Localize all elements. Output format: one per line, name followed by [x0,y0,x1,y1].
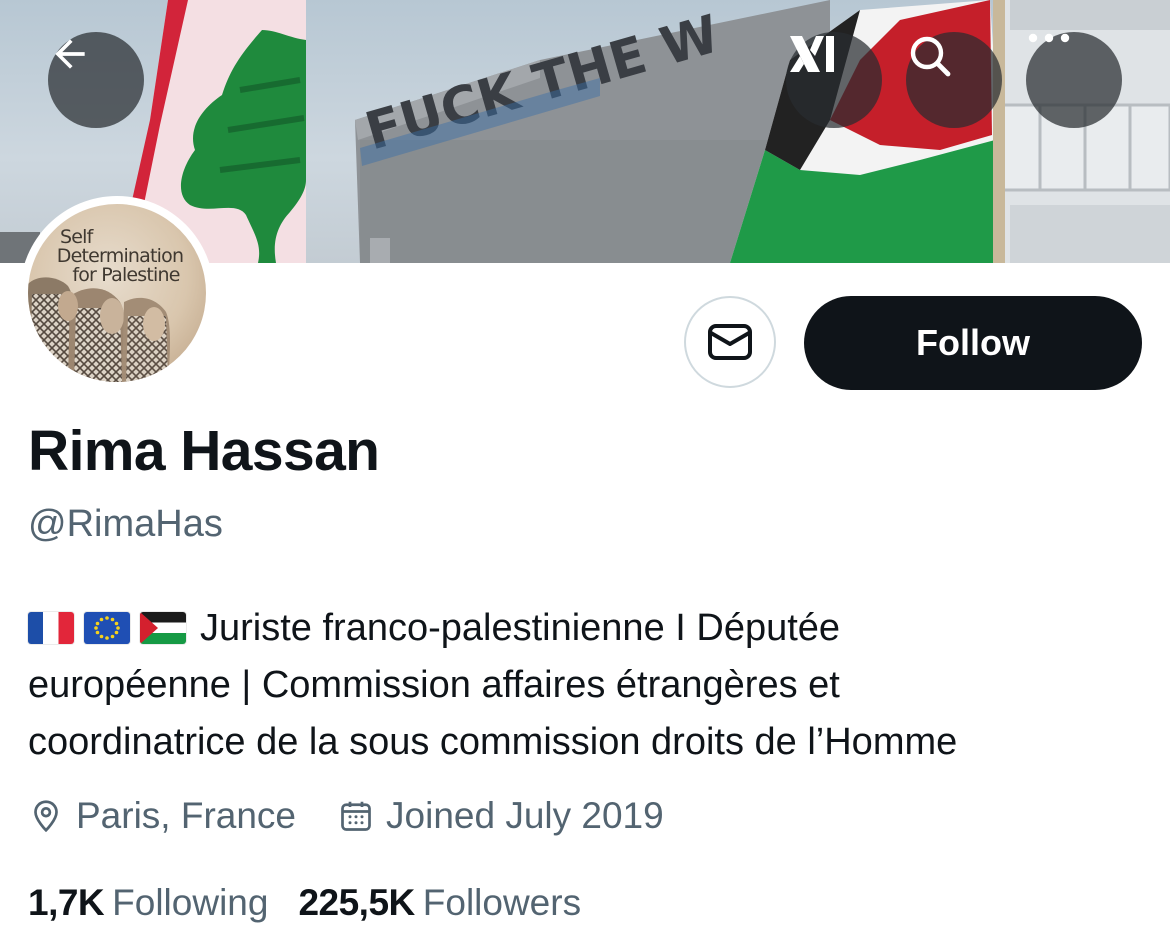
followers-link[interactable]: 225,5K Followers [298,882,581,924]
following-label: Following [112,882,269,923]
followers-count: 225,5K [298,882,415,923]
grok-logo-icon [790,36,834,72]
calendar-icon [341,801,371,831]
more-horizontal-icon [1028,33,1070,43]
grok-button[interactable] [786,32,882,128]
palestine-flag-icon [140,612,186,644]
profile-meta: Paris, France Joined July 2019 [28,793,706,839]
france-flag-icon [28,612,74,644]
search-icon [910,36,951,77]
profile-handle: @RimaHas [28,503,223,545]
profile-bio: Juriste franco-palestinienne I Députée e… [28,600,1148,771]
location-text: Paris, France [76,795,297,836]
followers-label: Followers [422,882,582,923]
location: Paris, France [28,795,296,837]
avatar[interactable]: Self Determination for Palestine [20,196,214,390]
avatar-image: Self Determination for Palestine [28,204,206,382]
bio-text-line-2: européenne | Commission affaires étrangè… [28,664,840,706]
more-options-button[interactable] [1026,32,1122,128]
bio-text-line-3: coordinatrice de la sous commission droi… [28,721,958,763]
profile-name: Rima Hassan [28,419,380,483]
following-link[interactable]: 1,7K Following [28,882,268,924]
follow-stats: 1,7K Following 225,5K Followers [28,880,611,926]
bio-text-line-1: Juriste franco-palestinienne I Députée [200,607,841,649]
join-date: Joined July 2019 [338,795,664,837]
avatar-caption-line: for Palestine [72,264,180,286]
back-button[interactable] [48,32,144,128]
envelope-icon [708,324,752,360]
search-button[interactable] [906,32,1002,128]
arrow-left-icon [55,39,85,69]
following-count: 1,7K [28,882,105,923]
eu-flag-icon [84,612,130,644]
join-date-text: Joined July 2019 [386,795,664,836]
bio-line: Juriste franco-palestinienne I Députée [28,600,1148,657]
message-button[interactable] [684,296,776,388]
location-pin-icon [34,800,58,833]
follow-button[interactable]: Follow [804,296,1142,390]
avatar-caption: Self Determination for Palestine [28,228,206,285]
